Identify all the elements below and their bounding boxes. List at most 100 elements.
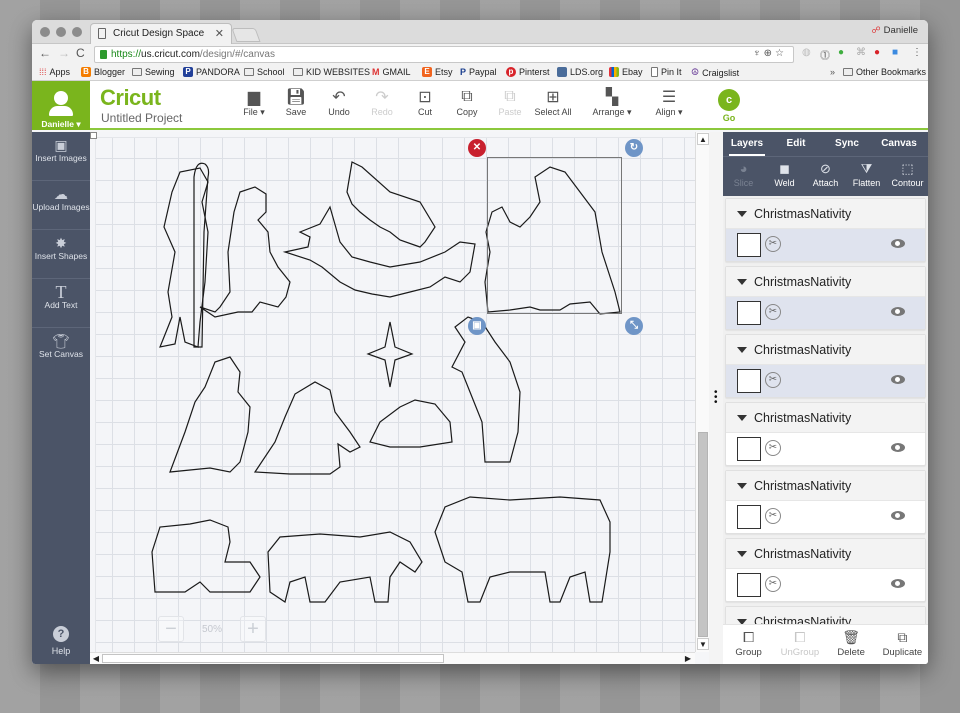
pinterest-extension-icon[interactable]: ● [874,47,880,58]
attach-button[interactable]: ⊘ Attach [805,157,846,196]
layer-group-header[interactable]: ChristmasNativity [726,335,925,365]
manger-baby-shape[interactable] [369,399,453,448]
shepherd-with-staff-shape[interactable] [159,167,209,348]
caret-down-icon[interactable] [737,211,747,217]
caret-down-icon[interactable] [737,415,747,421]
caret-down-icon[interactable] [737,347,747,353]
redo-button[interactable]: ↷ Redo [360,87,404,117]
layer-row[interactable]: ✂ [726,501,925,533]
tab-sync[interactable]: Sync [821,132,873,156]
close-tab-icon[interactable]: ✕ [215,27,224,40]
bookmark-paypal[interactable]: P Paypal [460,67,497,77]
maximize-window-button[interactable] [72,27,82,37]
vertical-scroll-thumb[interactable] [698,432,708,637]
browser-tab[interactable]: Cricut Design Space ✕ [90,23,232,44]
help-button[interactable]: ? Help [32,626,90,656]
weld-button[interactable]: ◼ Weld [764,157,805,196]
bookmark-school[interactable]: School [244,67,285,77]
bookmark-overflow[interactable]: » [830,67,835,77]
bookmark-ebay[interactable]: Ebay [609,67,643,77]
sidebar-item-add-text[interactable]: T Add Text [32,279,90,328]
menu-icon[interactable]: ⋮ [912,47,922,58]
layer-row[interactable]: ✂ [726,297,925,329]
contour-button[interactable]: ⬚ Contour [887,157,928,196]
scroll-up-icon[interactable]: ▲ [697,133,709,145]
donkey-shape[interactable] [267,531,423,603]
bookmark-pin-it[interactable]: Pin It [651,67,682,77]
cut-linetype-icon[interactable]: ✂ [765,372,781,388]
cut-linetype-icon[interactable]: ✂ [765,508,781,524]
layer-group-header[interactable]: ChristmasNativity [726,403,925,433]
sheep-shape[interactable] [151,519,261,593]
address-bar[interactable]: https://us.cricut.com/design/#/canvas ♆⊕… [94,46,794,63]
profile-button[interactable]: ☍ Danielle [872,25,918,36]
eye-icon[interactable] [891,511,905,520]
layer-group-header[interactable]: ChristmasNativity [726,267,925,297]
bookmark-pandora[interactable]: P PANDORA [183,67,240,77]
bookmark-sewing[interactable]: Sewing [132,67,175,77]
layer-group-header[interactable]: ChristmasNativity [726,471,925,501]
back-icon[interactable]: ← [39,46,51,60]
delete-button[interactable]: 🗑︎ Delete [826,625,877,664]
layer-group[interactable]: ChristmasNativity ✂ [725,334,926,398]
layer-group[interactable]: ChristmasNativity ✂ [725,198,926,262]
tab-edit[interactable]: Edit [771,132,821,156]
layer-row[interactable]: ✂ [726,569,925,601]
delete-handle[interactable]: ✕ [468,139,486,157]
tab-extension-icon[interactable]: ■ [892,47,898,58]
bookmark-pinterest[interactable]: p Pinterst [506,67,550,77]
design-canvas[interactable]: ✕ ↻ ▣ ⤡ − 50% + [90,132,695,652]
puzzle-extension-icon[interactable]: ⌘ [856,47,866,58]
sidebar-item-insert-shapes[interactable]: ✸ Insert Shapes [32,230,90,279]
paste-button[interactable]: ⧉ Paste [488,87,532,117]
select-all-button[interactable]: ⊞ Select All [530,87,576,117]
zoom-icon[interactable]: ⊕ [764,48,775,59]
cut-linetype-icon[interactable]: ✂ [765,576,781,592]
horizontal-scroll-thumb[interactable] [102,654,444,663]
horizontal-scrollbar[interactable]: ◀ ▶ [90,652,695,664]
close-window-button[interactable] [40,27,50,37]
sidebar-item-insert-images[interactable]: ▣ Insert Images [32,132,90,181]
selection-bounding-box[interactable] [487,157,622,314]
layer-group[interactable]: ChristmasNativity ✂ [725,402,926,466]
reload-icon[interactable]: C [76,46,85,60]
bookmark-lds[interactable]: LDS.org [557,67,603,77]
cut-linetype-icon[interactable]: ✂ [765,236,781,252]
angel-shape[interactable] [282,205,476,298]
save-button[interactable]: 💾︎ Save [274,87,318,117]
forward-icon[interactable]: → [58,46,70,60]
layer-group[interactable]: ChristmasNativity [725,606,926,624]
sidebar-item-upload-images[interactable]: ☁ Upload Images [32,181,90,230]
layer-row[interactable]: ✂ [726,433,925,465]
duplicate-button[interactable]: ⧉ Duplicate [877,625,928,664]
standing-wiseman-shape[interactable] [451,316,521,463]
joseph-kneeling-shape[interactable] [169,356,251,473]
eye-icon[interactable] [891,239,905,248]
slice-button[interactable]: ◕ Slice [723,157,764,196]
cut-linetype-icon[interactable]: ✂ [765,440,781,456]
go-label[interactable]: Go [718,113,740,123]
undo-button[interactable]: ↶ Undo [317,87,361,117]
star-shape[interactable] [366,321,414,388]
lock-handle[interactable]: ▣ [468,317,486,335]
eye-icon[interactable] [891,375,905,384]
resize-handle[interactable]: ⤡ [625,317,643,335]
new-tab-button[interactable] [231,28,261,42]
scroll-left-icon[interactable]: ◀ [90,653,102,664]
ungroup-button[interactable]: ⧠ UnGroup [774,625,825,664]
mary-kneeling-shape[interactable] [253,381,361,475]
kneeling-shepherd-shape[interactable] [199,186,291,318]
bookmark-apps[interactable]: ⁞⁞⁞ Apps [39,67,70,77]
bookmark-star-icon[interactable]: ☆ [775,48,787,59]
cow-shape[interactable] [434,496,611,603]
caret-down-icon[interactable] [737,279,747,285]
eye-icon[interactable] [891,443,905,452]
angel-wing-shape[interactable] [346,161,436,248]
key-icon[interactable]: ♆ [753,48,764,59]
cut-linetype-icon[interactable]: ✂ [765,304,781,320]
tab-layers[interactable]: Layers [729,132,765,156]
minimize-window-button[interactable] [56,27,66,37]
tab-canvas[interactable]: Canvas [873,132,925,156]
align-menu-button[interactable]: ☰ Align ▾ [646,87,692,118]
zoom-in-button[interactable]: + [240,616,266,642]
